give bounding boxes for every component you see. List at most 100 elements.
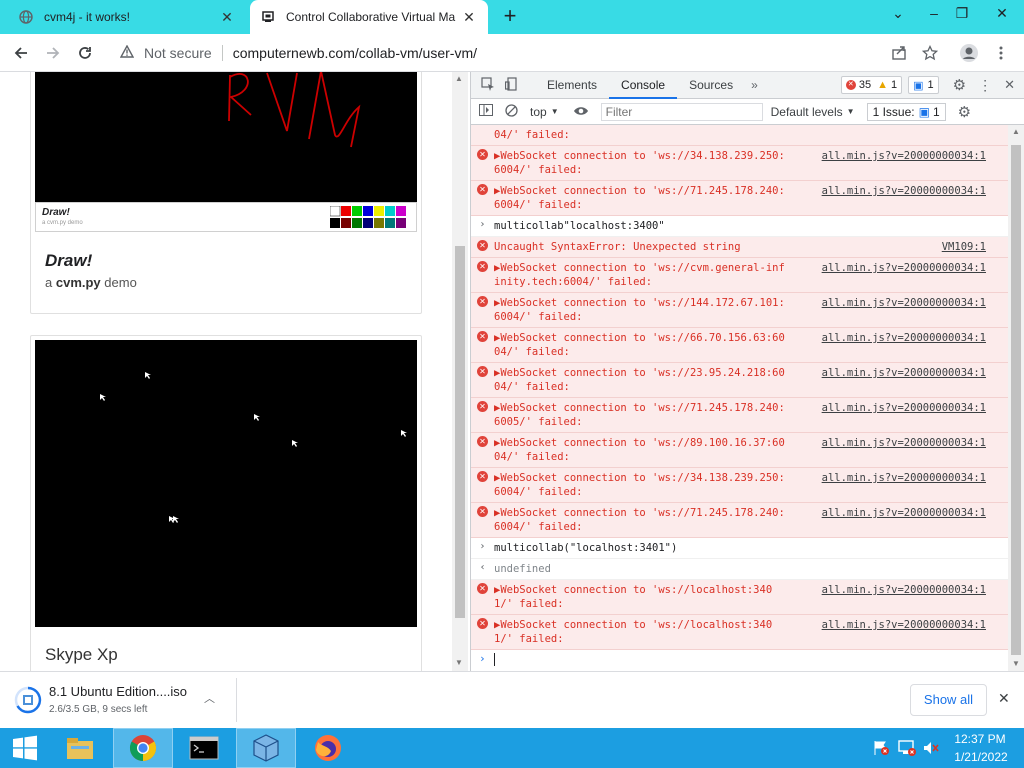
console-source-link[interactable]: all.min.js?v=20000000034:1 (822, 506, 986, 520)
chrome-taskbar-icon[interactable] (113, 728, 173, 768)
more-tabs-icon[interactable]: » (745, 78, 764, 92)
console-source-link[interactable]: all.min.js?v=20000000034:1 (822, 471, 986, 485)
console-source-link[interactable]: VM109:1 (942, 240, 986, 254)
console-error-row[interactable]: ✕ ▶WebSocket connection to 'ws://66.70.15… (471, 328, 1009, 363)
profile-avatar-icon[interactable] (956, 40, 982, 66)
console-source-link[interactable]: all.min.js?v=20000000034:1 (822, 331, 986, 345)
download-options-chevron-icon[interactable]: ︿ (204, 690, 215, 706)
console-error-row[interactable]: ✕ Uncaught SyntaxError: Unexpected string… (471, 237, 1009, 258)
restore-button[interactable]: ❐ (944, 0, 980, 28)
console-input-prompt[interactable]: › (471, 650, 1009, 671)
virtualbox-icon[interactable] (236, 728, 296, 768)
browser-tab-collabvm[interactable]: Control Collaborative Virtual Ma ✕ (250, 0, 488, 34)
browser-tab-cvm4j[interactable]: cvm4j - it works! ✕ (8, 0, 246, 34)
vm-screenshot[interactable] (35, 72, 417, 202)
address-bar[interactable]: Not secure computernewb.com/collab-vm/us… (108, 38, 878, 68)
firefox-icon[interactable] (298, 728, 358, 768)
menu-kebab-icon[interactable] (988, 40, 1014, 66)
console-source-link[interactable]: all.min.js?v=20000000034:1 (822, 184, 986, 198)
close-devtools-icon[interactable]: ✕ (1004, 77, 1015, 93)
console-error-row[interactable]: ✕ ▶WebSocket connection to 'ws://localhos… (471, 615, 1009, 650)
close-window-button[interactable]: ✕ (980, 0, 1024, 28)
console-error-row[interactable]: 04/' failed: (471, 125, 1009, 146)
page-scrollbar[interactable]: ▲ ▼ (452, 72, 468, 671)
scroll-up-arrow-icon[interactable]: ▲ (455, 74, 463, 83)
console-error-row[interactable]: ✕ ▶WebSocket connection to 'ws://71.245.1… (471, 181, 1009, 216)
vm-title[interactable]: Skype Xp (45, 645, 118, 665)
warning-icon[interactable] (119, 44, 135, 61)
new-tab-button[interactable]: + (498, 5, 522, 29)
device-toolbar-icon[interactable] (504, 76, 521, 94)
console-settings-gear-icon[interactable]: ⚙ (958, 103, 971, 121)
console-error-row[interactable]: ✕ ▶WebSocket connection to 'ws://cvm.gene… (471, 258, 1009, 293)
download-filename[interactable]: 8.1 Ubuntu Edition....iso (49, 684, 187, 699)
console-command-row[interactable]: › multicollab"localhost:3400" (471, 216, 1009, 237)
scroll-down-arrow-icon[interactable]: ▼ (1012, 659, 1020, 668)
console-error-row[interactable]: ✕ ▶WebSocket connection to 'ws://89.100.1… (471, 433, 1009, 468)
close-tab-icon[interactable]: ✕ (460, 9, 478, 26)
download-progress-icon[interactable] (14, 686, 42, 714)
show-all-button[interactable]: Show all (910, 684, 987, 716)
filter-input[interactable] (600, 102, 763, 121)
console-result-row[interactable]: ‹ undefined (471, 559, 1009, 580)
command-prompt-icon[interactable] (174, 728, 234, 768)
tab-sources[interactable]: Sources (677, 72, 745, 99)
scroll-down-arrow-icon[interactable]: ▼ (455, 658, 463, 667)
close-tab-icon[interactable]: ✕ (218, 9, 236, 26)
eye-icon[interactable] (573, 105, 589, 119)
vm-screenshot[interactable] (35, 340, 417, 627)
volume-muted-icon[interactable] (922, 740, 940, 756)
settings-gear-icon[interactable]: ⚙ (953, 76, 966, 94)
levels-dropdown-icon[interactable]: ▼ (847, 107, 855, 116)
context-dropdown-icon[interactable]: ▼ (551, 107, 559, 116)
sidebar-toggle-icon[interactable] (479, 104, 493, 119)
back-arrow-icon[interactable] (8, 40, 34, 66)
info-counter[interactable]: ▣ 1 (908, 76, 939, 94)
console-error-row[interactable]: ✕ ▶WebSocket connection to 'ws://34.138.2… (471, 146, 1009, 181)
console-source-link[interactable]: all.min.js?v=20000000034:1 (822, 366, 986, 380)
file-explorer-icon[interactable] (50, 728, 110, 768)
console-source-link[interactable]: all.min.js?v=20000000034:1 (822, 583, 986, 597)
scrollbar-thumb[interactable] (1011, 145, 1021, 655)
tab-search-icon[interactable]: ⌄ (880, 0, 916, 28)
console-error-row[interactable]: ✕ ▶WebSocket connection to 'ws://144.172.… (471, 293, 1009, 328)
console-command-row[interactable]: › multicollab("localhost:3401") (471, 538, 1009, 559)
vm-title[interactable]: Draw! (45, 251, 92, 271)
tab-elements[interactable]: Elements (535, 72, 609, 99)
console-source-link[interactable]: all.min.js?v=20000000034:1 (822, 296, 986, 310)
console-source-link[interactable]: all.min.js?v=20000000034:1 (822, 618, 986, 632)
network-icon[interactable] (897, 740, 917, 756)
action-center-flag-icon[interactable] (872, 740, 890, 756)
error-warning-counter[interactable]: ✕ 35 ▲ 1 (840, 76, 903, 94)
clear-console-icon[interactable] (505, 103, 518, 120)
console-error-row[interactable]: ✕ ▶WebSocket connection to 'ws://71.245.1… (471, 503, 1009, 538)
star-icon[interactable] (917, 40, 943, 66)
console-source-link[interactable]: all.min.js?v=20000000034:1 (822, 401, 986, 415)
console-error-row[interactable]: ✕ ▶WebSocket connection to 'ws://34.138.2… (471, 468, 1009, 503)
reload-icon[interactable] (72, 40, 98, 66)
tab-console[interactable]: Console (609, 72, 678, 99)
console-source-link[interactable]: all.min.js?v=20000000034:1 (822, 436, 986, 450)
scroll-up-arrow-icon[interactable]: ▲ (1012, 127, 1020, 136)
forward-arrow-icon[interactable] (40, 40, 66, 66)
clock-date[interactable]: 1/21/2022 (948, 750, 1014, 764)
vm-card-skype[interactable]: Skype Xp (30, 335, 422, 671)
color-palette[interactable] (329, 205, 410, 229)
vm-card-draw[interactable]: Draw! a cvm.py demo Draw! a cvm.py demo (30, 72, 422, 314)
console-source-link[interactable]: all.min.js?v=20000000034:1 (822, 261, 986, 275)
console-log[interactable]: 04/' failed: ✕ ▶WebSocket connection to 'w… (471, 125, 1009, 671)
scrollbar-thumb[interactable] (455, 246, 465, 618)
console-error-row[interactable]: ✕ ▶WebSocket connection to 'ws://71.245.1… (471, 398, 1009, 433)
console-error-row[interactable]: ✕ ▶WebSocket connection to 'ws://23.95.24… (471, 363, 1009, 398)
devtools-menu-icon[interactable]: ⋮ (978, 77, 992, 94)
log-levels-dropdown[interactable]: Default levels (771, 105, 843, 119)
windows-start-icon[interactable] (0, 728, 50, 768)
clock-time[interactable]: 12:37 PM (952, 732, 1008, 746)
close-download-bar-icon[interactable]: ✕ (998, 690, 1010, 707)
console-error-row[interactable]: ✕ ▶WebSocket connection to 'ws://localhos… (471, 580, 1009, 615)
issues-button[interactable]: 1 Issue: ▣ 1 (866, 102, 946, 121)
console-scrollbar[interactable]: ▲ ▼ (1008, 125, 1024, 671)
inspect-element-icon[interactable] (481, 76, 497, 94)
share-icon[interactable] (886, 40, 912, 66)
console-source-link[interactable]: all.min.js?v=20000000034:1 (822, 149, 986, 163)
